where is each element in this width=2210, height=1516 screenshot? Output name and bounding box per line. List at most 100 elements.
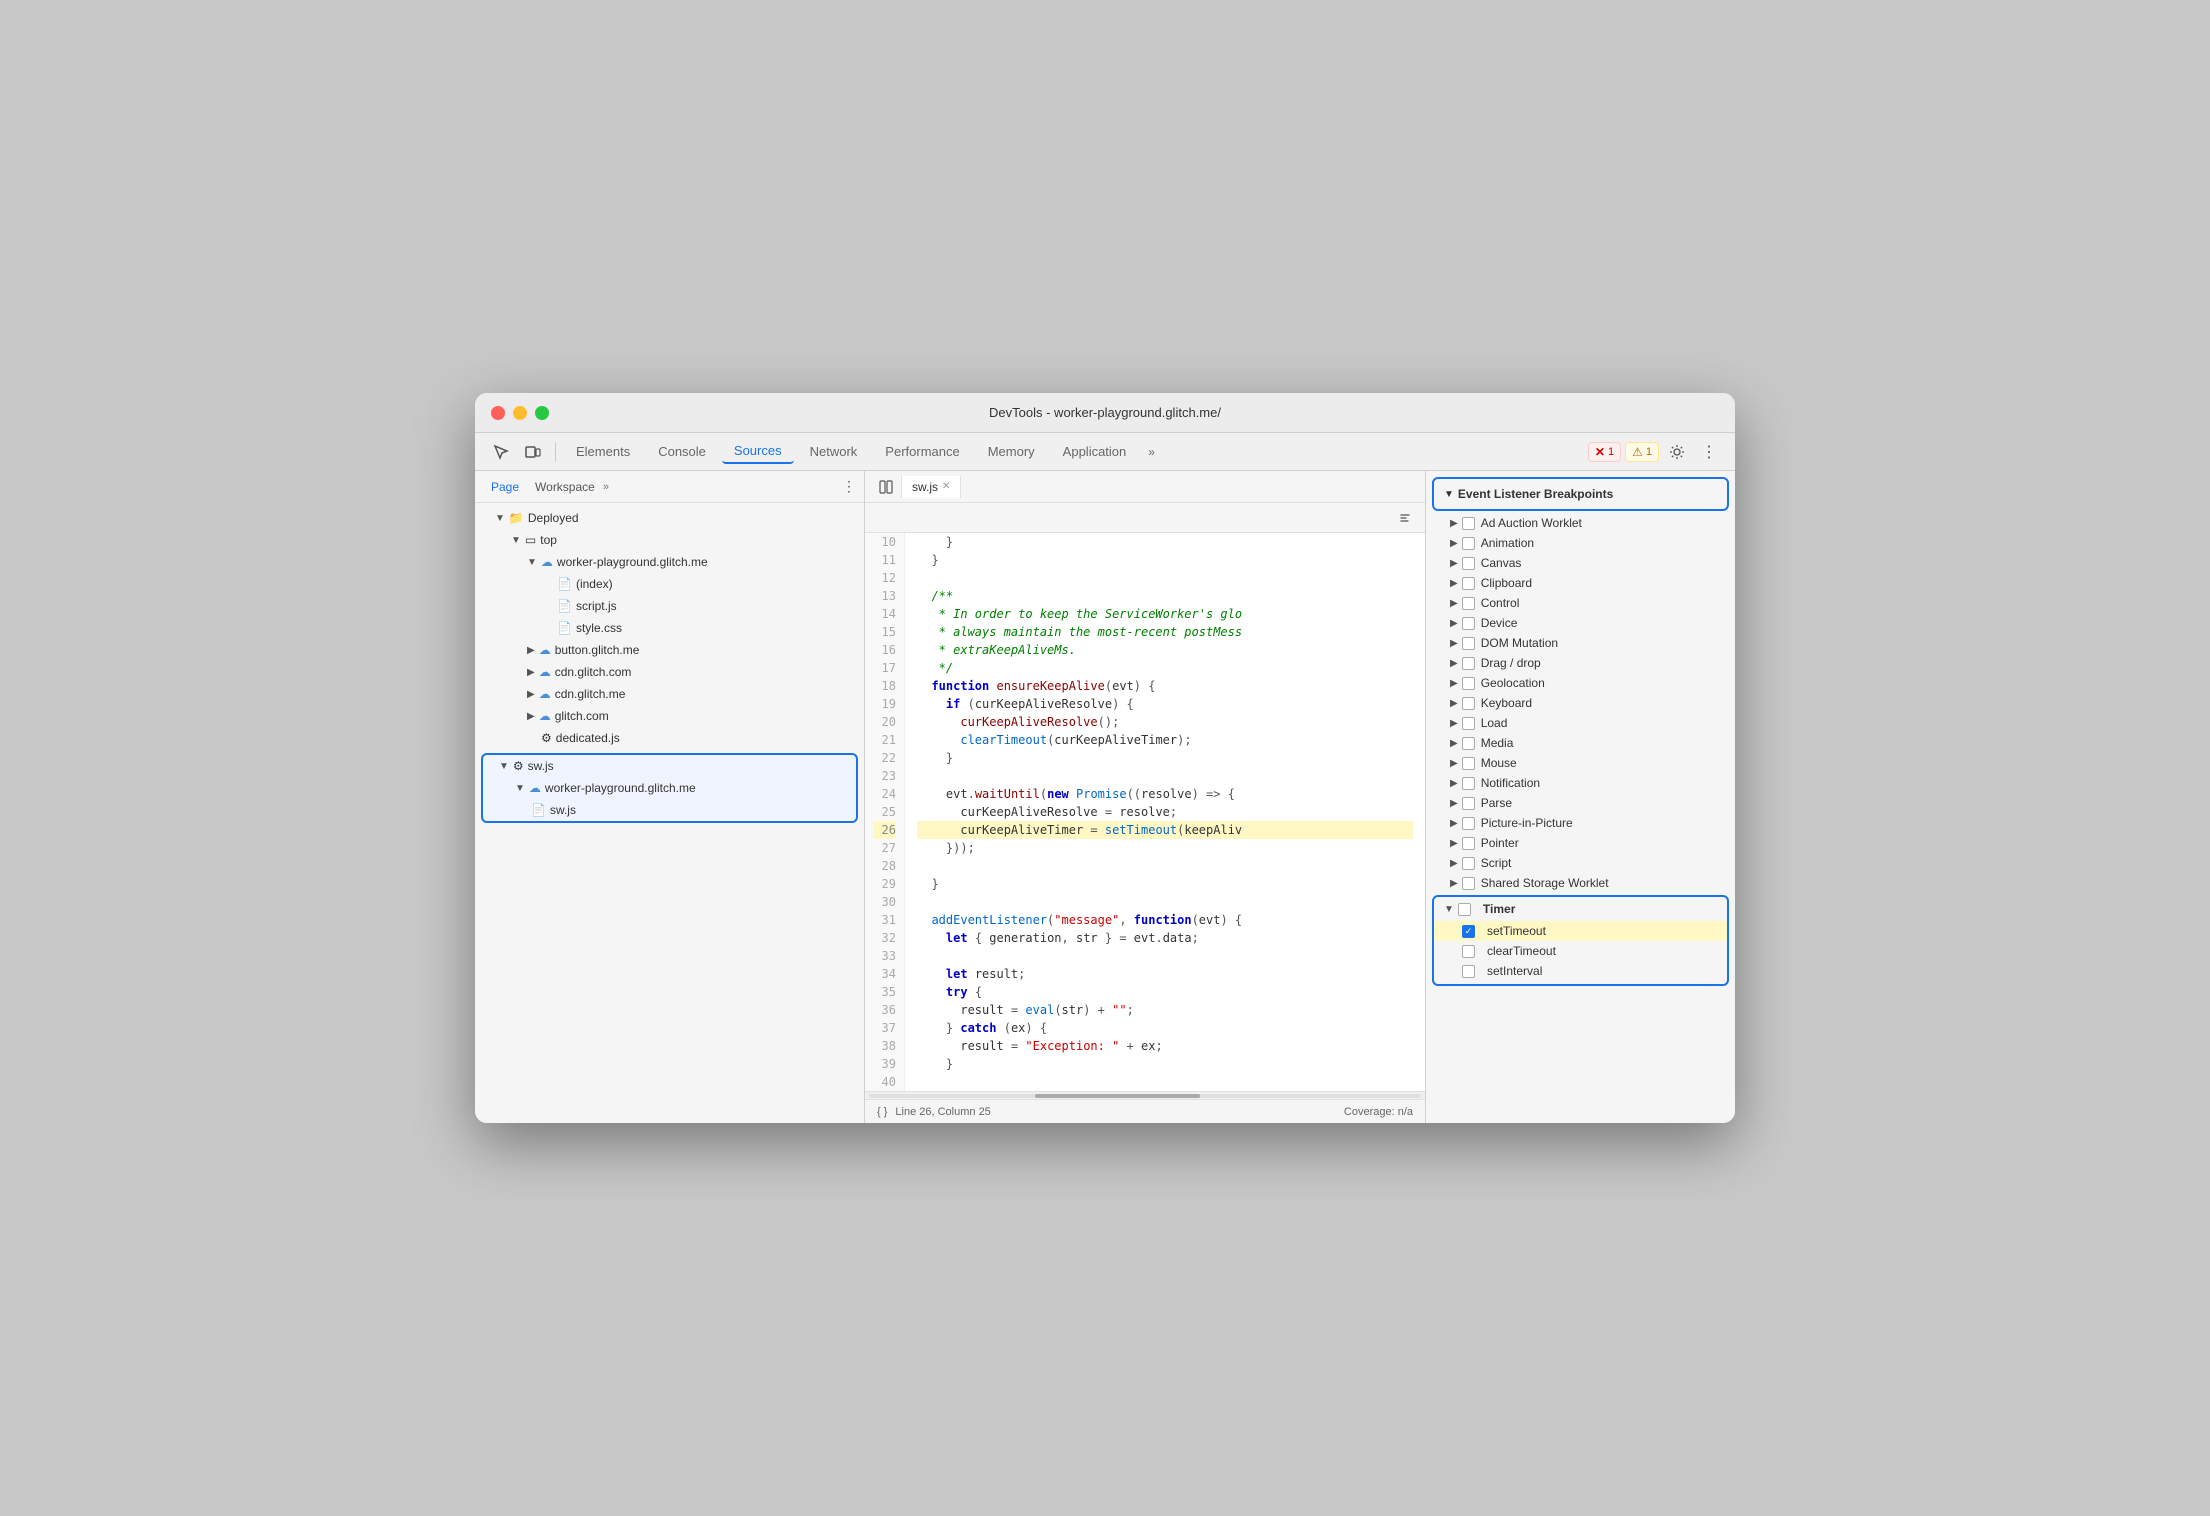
code-content[interactable]: } } /** * In order to keep the ServiceWo…	[905, 533, 1425, 1091]
bp-checkbox-pointer[interactable]	[1462, 837, 1475, 850]
horizontal-scrollbar[interactable]	[865, 1091, 1425, 1099]
tree-item-cdn-glitch-me[interactable]: ▶ ☁ cdn.glitch.me	[475, 683, 864, 705]
bp-checkbox-drag-drop[interactable]	[1462, 657, 1475, 670]
tree-item-style-css[interactable]: 📄 style.css	[475, 617, 864, 639]
bp-item-canvas[interactable]: ▶ Canvas	[1426, 553, 1735, 573]
tree-item-script-js[interactable]: 📄 script.js	[475, 595, 864, 617]
tab-application[interactable]: Application	[1051, 440, 1139, 463]
tab-console[interactable]: Console	[646, 440, 718, 463]
tree-item-worker-playground[interactable]: ▼ ☁ worker-playground.glitch.me	[475, 551, 864, 573]
tree-item-deployed[interactable]: ▼ 📁 Deployed	[475, 507, 864, 529]
tab-memory[interactable]: Memory	[976, 440, 1047, 463]
tab-elements[interactable]: Elements	[564, 440, 642, 463]
tree-item-glitch-com[interactable]: ▶ ☁ glitch.com	[475, 705, 864, 727]
minimize-button[interactable]	[513, 406, 527, 420]
inspect-icon[interactable]	[487, 438, 515, 466]
subtoolbar-menu-icon[interactable]: ⋮	[842, 478, 856, 495]
cleartimeout-checkbox[interactable]	[1462, 945, 1475, 958]
more-options-icon[interactable]: ⋮	[1695, 438, 1723, 466]
breakpoints-header[interactable]: ▼ Event Listener Breakpoints	[1432, 477, 1729, 511]
format-icon[interactable]: { }	[877, 1106, 887, 1118]
bp-checkbox-parse[interactable]	[1462, 797, 1475, 810]
bp-checkbox-clipboard[interactable]	[1462, 577, 1475, 590]
bp-item-control[interactable]: ▶ Control	[1426, 593, 1735, 613]
main-content: Page Workspace » ⋮ ▼ 📁 Deployed ▼ ▭ top	[475, 471, 1735, 1123]
bp-item-shared-storage[interactable]: ▶ Shared Storage Worklet	[1426, 873, 1735, 893]
devtools-window: DevTools - worker-playground.glitch.me/ …	[475, 393, 1735, 1123]
bp-checkbox-load[interactable]	[1462, 717, 1475, 730]
bp-checkbox-canvas[interactable]	[1462, 557, 1475, 570]
tab-network[interactable]: Network	[798, 440, 870, 463]
tree-item-index[interactable]: 📄 (index)	[475, 573, 864, 595]
bp-checkbox-keyboard[interactable]	[1462, 697, 1475, 710]
settings-icon[interactable]	[1663, 438, 1691, 466]
timer-item-setinterval[interactable]: setInterval	[1434, 961, 1727, 984]
maximize-button[interactable]	[535, 406, 549, 420]
timer-checkbox[interactable]	[1458, 903, 1471, 916]
tab-sw-js[interactable]: sw.js ✕	[902, 476, 961, 498]
warning-badge[interactable]: ⚠ 1	[1625, 442, 1659, 462]
cloud-icon: ☁	[541, 555, 553, 569]
bp-item-load[interactable]: ▶ Load	[1426, 713, 1735, 733]
bp-checkbox-notification[interactable]	[1462, 777, 1475, 790]
timer-header[interactable]: ▼ Timer	[1434, 897, 1727, 921]
code-area[interactable]: 1011121314 1516171819 2021222324 2526 27…	[865, 533, 1425, 1091]
more-tabs-icon[interactable]: »	[1142, 441, 1161, 463]
tree-item-top[interactable]: ▼ ▭ top	[475, 529, 864, 551]
bp-item-parse[interactable]: ▶ Parse	[1426, 793, 1735, 813]
bp-checkbox-dom-mutation[interactable]	[1462, 637, 1475, 650]
expand-arrow-icon: ▶	[527, 689, 535, 700]
tab-page[interactable]: Page	[483, 478, 527, 496]
format-icon[interactable]	[1393, 506, 1417, 530]
line-numbers: 1011121314 1516171819 2021222324 2526 27…	[865, 533, 905, 1091]
bp-item-device[interactable]: ▶ Device	[1426, 613, 1735, 633]
bp-checkbox-control[interactable]	[1462, 597, 1475, 610]
bp-item-clipboard[interactable]: ▶ Clipboard	[1426, 573, 1735, 593]
bp-item-keyboard[interactable]: ▶ Keyboard	[1426, 693, 1735, 713]
timer-item-cleartimeout[interactable]: clearTimeout	[1434, 941, 1727, 961]
bp-checkbox-device[interactable]	[1462, 617, 1475, 630]
tree-label: button.glitch.me	[555, 643, 640, 657]
coverage-status: Coverage: n/a	[1344, 1106, 1413, 1118]
bp-item-pip[interactable]: ▶ Picture-in-Picture	[1426, 813, 1735, 833]
setinterval-checkbox[interactable]	[1462, 965, 1475, 978]
subtoolbar-more-icon[interactable]: »	[603, 481, 609, 493]
bp-item-notification[interactable]: ▶ Notification	[1426, 773, 1735, 793]
bp-checkbox-geolocation[interactable]	[1462, 677, 1475, 690]
bp-item-animation[interactable]: ▶ Animation	[1426, 533, 1735, 553]
bp-item-script[interactable]: ▶ Script	[1426, 853, 1735, 873]
tab-close-icon[interactable]: ✕	[942, 481, 950, 492]
bp-item-ad-auction[interactable]: ▶ Ad Auction Worklet	[1426, 513, 1735, 533]
editor-sidebar-toggle-icon[interactable]	[869, 476, 902, 498]
bp-checkbox-script[interactable]	[1462, 857, 1475, 870]
bp-item-drag-drop[interactable]: ▶ Drag / drop	[1426, 653, 1735, 673]
close-button[interactable]	[491, 406, 505, 420]
error-badge[interactable]: ✕ 1	[1588, 442, 1621, 462]
right-panel: ▼ Event Listener Breakpoints ▶ Ad Auctio…	[1425, 471, 1735, 1123]
tab-sources[interactable]: Sources	[722, 439, 794, 464]
tree-item-sw-js-gear[interactable]: ▼ ⚙ sw.js	[483, 755, 856, 777]
device-toggle-icon[interactable]	[519, 438, 547, 466]
bp-item-geolocation[interactable]: ▶ Geolocation	[1426, 673, 1735, 693]
tree-item-cdn-glitch-com[interactable]: ▶ ☁ cdn.glitch.com	[475, 661, 864, 683]
tree-item-button-glitch[interactable]: ▶ ☁ button.glitch.me	[475, 639, 864, 661]
bp-checkbox-mouse[interactable]	[1462, 757, 1475, 770]
timer-item-settimeout[interactable]: ✓ setTimeout	[1434, 921, 1727, 941]
bp-checkbox-animation[interactable]	[1462, 537, 1475, 550]
tree-item-sw-js-file[interactable]: 📄 sw.js	[483, 799, 856, 821]
bp-checkbox-shared-storage[interactable]	[1462, 877, 1475, 890]
bp-item-media[interactable]: ▶ Media	[1426, 733, 1735, 753]
bp-checkbox-pip[interactable]	[1462, 817, 1475, 830]
tree-label: (index)	[576, 577, 613, 591]
bp-item-mouse[interactable]: ▶ Mouse	[1426, 753, 1735, 773]
bp-checkbox-media[interactable]	[1462, 737, 1475, 750]
settimeout-checkbox[interactable]: ✓	[1462, 925, 1475, 938]
bp-item-dom-mutation[interactable]: ▶ DOM Mutation	[1426, 633, 1735, 653]
tab-workspace[interactable]: Workspace	[527, 478, 603, 496]
bp-checkbox-ad-auction[interactable]	[1462, 517, 1475, 530]
tab-performance[interactable]: Performance	[873, 440, 971, 463]
bp-item-pointer[interactable]: ▶ Pointer	[1426, 833, 1735, 853]
warning-count: 1	[1646, 446, 1652, 458]
tree-item-dedicated-js[interactable]: ⚙ dedicated.js	[475, 727, 864, 749]
tree-item-worker-playground-nested[interactable]: ▼ ☁ worker-playground.glitch.me	[483, 777, 856, 799]
